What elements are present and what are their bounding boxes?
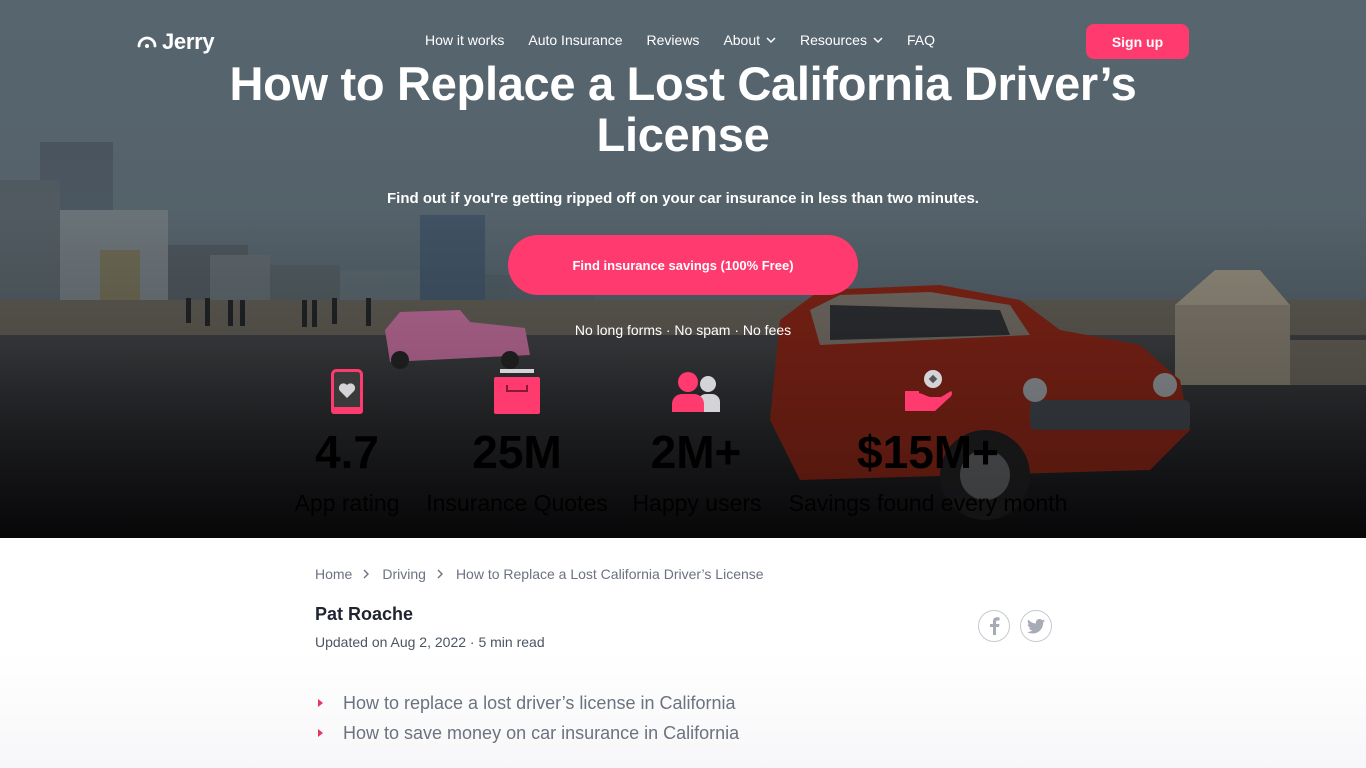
chevron-right-icon: [437, 569, 443, 579]
table-of-contents: How to replace a lost driver’s license i…: [315, 688, 739, 748]
nav-link-resources[interactable]: Resources: [800, 32, 883, 48]
toc-item-label: How to save money on car insurance in Ca…: [343, 722, 740, 743]
phone-heart-icon: [331, 369, 363, 414]
nav-link-how-it-works[interactable]: How it works: [425, 32, 504, 48]
nav-link-label: Reviews: [646, 32, 700, 48]
stat-value: $15M+: [857, 426, 999, 478]
quotes-box-icon: [494, 369, 540, 414]
stat-value: 4.7: [315, 426, 379, 478]
breadcrumb: Home Driving How to Replace a Lost Calif…: [315, 566, 764, 582]
nav-link-reviews[interactable]: Reviews: [647, 32, 700, 48]
toc-item-label: How to replace a lost driver’s license i…: [343, 692, 736, 713]
users-icon: [672, 372, 720, 412]
no-forms-tagline: No long forms · No spam · No fees: [574, 322, 792, 338]
sign-up-button[interactable]: Sign up: [1086, 24, 1189, 59]
jerry-logo-icon: [137, 36, 157, 48]
chevron-down-icon: [873, 37, 883, 44]
jerry-logo-text: Jerry: [162, 29, 215, 54]
stat-label: Savings found every month: [788, 490, 1068, 516]
share-twitter-button[interactable]: [1020, 610, 1052, 642]
nav-link-label: Resources: [800, 32, 867, 48]
stat-value: 25M: [472, 426, 562, 478]
breadcrumb-current: How to Replace a Lost California Driver’…: [455, 566, 764, 582]
breadcrumb-driving[interactable]: Driving: [382, 566, 426, 582]
toc-item[interactable]: How to replace a lost driver’s license i…: [315, 688, 739, 718]
hand-coin-icon: [905, 370, 953, 411]
nav-link-label: How it works: [425, 32, 505, 48]
caret-right-icon: [318, 729, 323, 737]
facebook-icon: [990, 617, 1000, 635]
chevron-down-icon: [766, 37, 776, 44]
twitter-icon: [1027, 618, 1045, 634]
author-name[interactable]: Pat Roache: [315, 604, 413, 625]
hero-subtitle: Find out if you're getting ripped off on…: [387, 190, 979, 207]
jerry-logo[interactable]: Jerry: [137, 29, 215, 55]
nav-link-auto-insurance[interactable]: Auto Insurance: [528, 32, 622, 48]
chevron-right-icon: [363, 569, 370, 579]
nav-link-about[interactable]: About: [723, 32, 776, 48]
toc-item[interactable]: How to save money on car insurance in Ca…: [315, 718, 739, 748]
share-facebook-button[interactable]: [978, 610, 1010, 642]
nav-link-faq[interactable]: FAQ: [907, 32, 935, 48]
breadcrumb-home[interactable]: Home: [315, 566, 352, 582]
stat-label: Insurance Quotes: [426, 490, 608, 516]
stat-value: 2M+: [650, 426, 742, 478]
nav-link-label: Auto Insurance: [528, 32, 623, 48]
stat-label: Happy users: [632, 490, 762, 516]
caret-right-icon: [318, 699, 323, 707]
stat-label: App rating: [294, 490, 400, 516]
page-title: How to Replace a Lost California Driver’…: [229, 57, 1137, 161]
hero-section: Jerry How it works Auto Insurance Review…: [0, 0, 1366, 538]
article-meta: Updated on Aug 2, 2022 · 5 min read: [315, 634, 545, 650]
nav-link-label: FAQ: [906, 32, 935, 48]
find-insurance-savings-button[interactable]: Find insurance savings (100% Free): [508, 235, 858, 295]
article-header: Home Driving How to Replace a Lost Calif…: [0, 538, 1366, 768]
nav-link-label: About: [723, 32, 761, 48]
nav-links: How it works Auto Insurance Reviews Abou…: [425, 32, 959, 48]
